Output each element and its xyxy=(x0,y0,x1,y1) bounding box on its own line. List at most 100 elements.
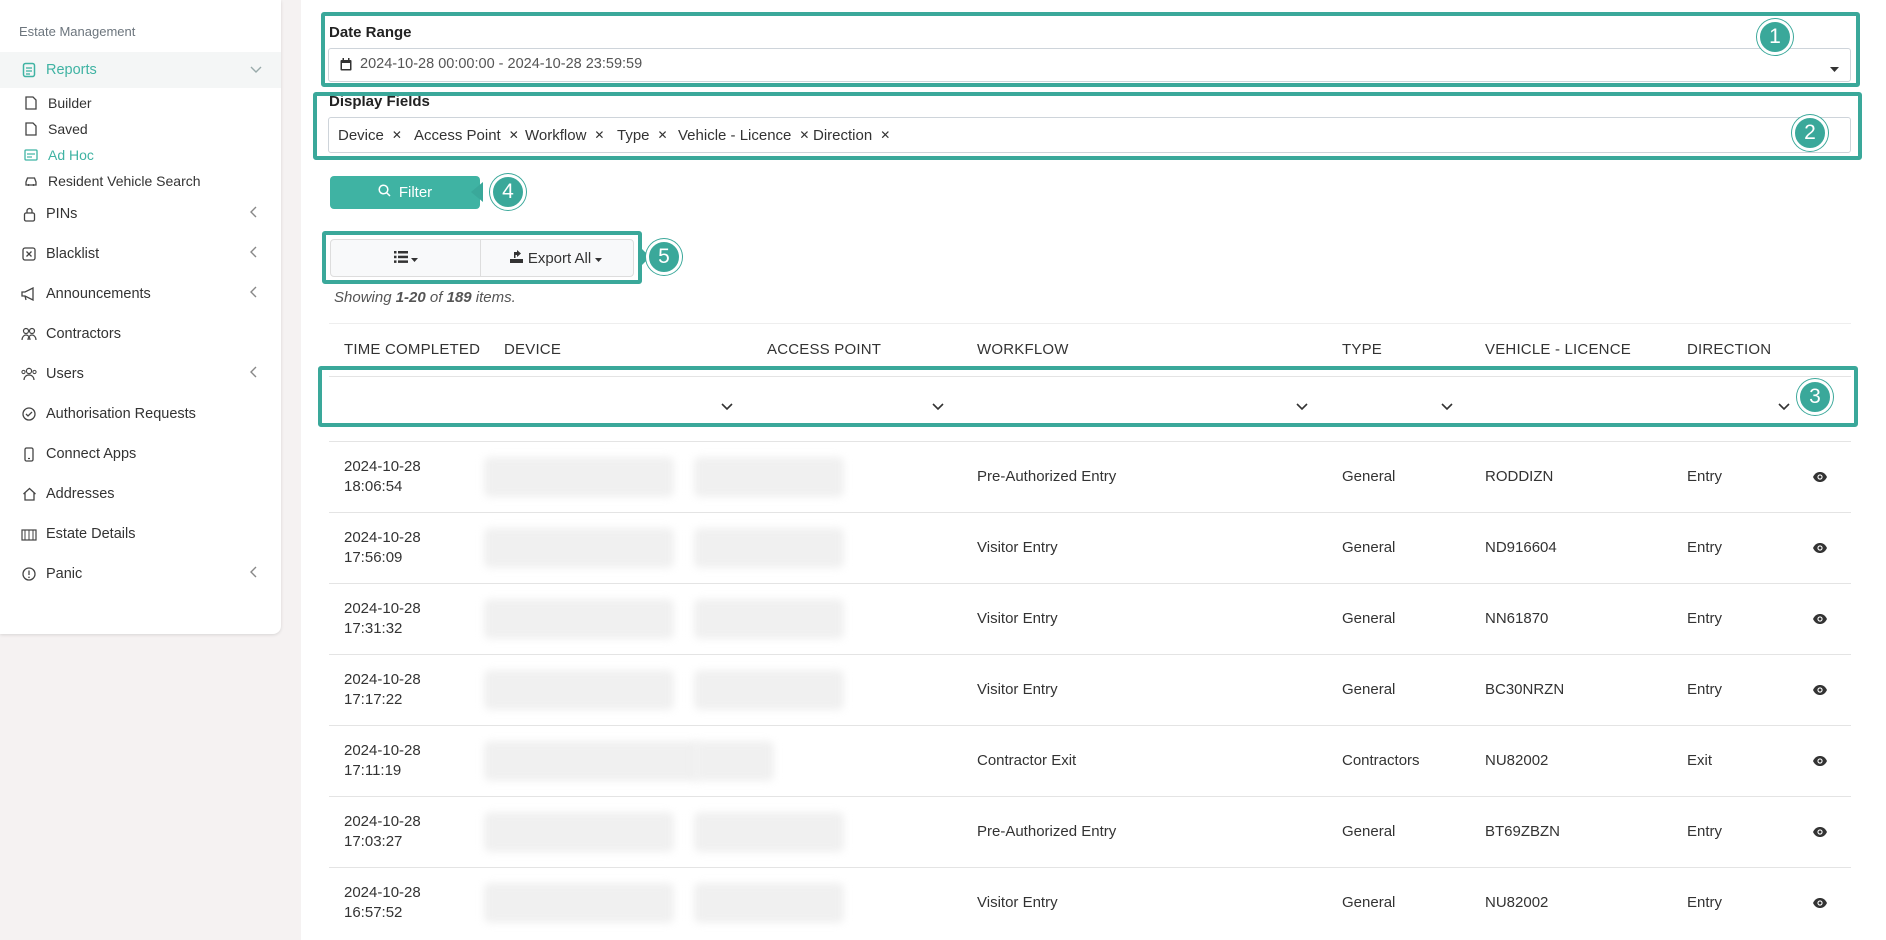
sidebar-item-label: Authorisation Requests xyxy=(46,406,196,422)
sidebar-item-label: Contractors xyxy=(46,326,121,342)
sidebar-subitem-label: Saved xyxy=(48,121,88,137)
column-header-time-completed[interactable]: TIME COMPLETED xyxy=(344,341,480,358)
column-header-vehicle-licence[interactable]: VEHICLE - LICENCE xyxy=(1485,341,1631,358)
pagination-summary: Showing 1-20 of 189 items. xyxy=(334,289,516,306)
sidebar-item-users[interactable]: Users xyxy=(0,356,281,392)
eye-icon[interactable] xyxy=(1812,754,1828,771)
time-cell: 17:11:19 xyxy=(344,762,402,779)
redacted-access-point xyxy=(694,528,844,568)
sidebar-subitem-ad-hoc[interactable]: Ad Hoc xyxy=(0,143,281,167)
licence-cell: NN61870 xyxy=(1485,610,1549,627)
sidebar-item-label: Connect Apps xyxy=(46,446,137,462)
eye-icon[interactable] xyxy=(1812,541,1828,558)
column-header-type[interactable]: TYPE xyxy=(1342,341,1382,358)
type-cell: General xyxy=(1342,539,1396,556)
sidebar-subitem-label: Resident Vehicle Search xyxy=(48,173,201,189)
sidebar-subitem-saved[interactable]: Saved xyxy=(0,117,281,141)
table-row[interactable]: 2024-10-28 18:06:54 Pre-Authorized Entry … xyxy=(329,441,1851,513)
sidebar-item-addresses[interactable]: Addresses xyxy=(0,476,281,512)
sidebar-item-label: Estate Details xyxy=(46,526,136,542)
sidebar-item-label: PINs xyxy=(46,206,78,222)
chevron-left-icon xyxy=(250,245,258,263)
eye-icon[interactable] xyxy=(1812,612,1828,629)
workflow-cell: Contractor Exit xyxy=(977,752,1077,769)
sidebar-item-authorisation-requests[interactable]: Authorisation Requests xyxy=(0,396,281,432)
time-cell: 17:03:27 xyxy=(344,833,403,850)
car-icon xyxy=(24,174,38,188)
chevron-left-icon xyxy=(250,565,258,583)
redacted-access-point xyxy=(694,883,844,923)
sidebar-item-announcements[interactable]: Announcements xyxy=(0,276,281,312)
callout-box-5 xyxy=(322,231,642,284)
sidebar-item-contractors[interactable]: Contractors xyxy=(0,316,281,352)
column-header-device[interactable]: DEVICE xyxy=(504,341,561,358)
callout-badge-1: 1 xyxy=(1757,19,1793,55)
column-header-direction[interactable]: DIRECTION xyxy=(1687,341,1771,358)
eye-icon[interactable] xyxy=(1812,470,1828,487)
redacted-device xyxy=(484,457,674,497)
date-cell: 2024-10-28 xyxy=(344,458,421,475)
summary-mid: of xyxy=(425,289,447,306)
sidebar-subitem-builder[interactable]: Builder xyxy=(0,91,281,115)
table-row[interactable]: 2024-10-28 17:31:32 Visitor Entry General… xyxy=(329,583,1851,655)
type-cell: General xyxy=(1342,894,1396,911)
workflow-cell: Visitor Entry xyxy=(977,610,1058,627)
sidebar-subitem-resident-vehicle-search[interactable]: Resident Vehicle Search xyxy=(0,169,281,193)
sidebar-item-panic[interactable]: Panic xyxy=(0,556,281,592)
direction-cell: Entry xyxy=(1687,894,1723,911)
eye-icon[interactable] xyxy=(1812,683,1828,700)
callout-badge-4: 4 xyxy=(490,174,526,210)
eye-icon[interactable] xyxy=(1812,825,1828,842)
date-cell: 2024-10-28 xyxy=(344,529,421,546)
table-row[interactable]: 2024-10-28 17:11:19 Contractor Exit Contr… xyxy=(329,725,1851,797)
search-icon xyxy=(378,184,391,201)
date-cell: 2024-10-28 xyxy=(344,671,421,688)
filter-button[interactable]: Filter xyxy=(330,176,480,209)
redacted-access-point xyxy=(694,812,844,852)
sidebar-item-label: Panic xyxy=(46,566,83,582)
filter-button-label: Filter xyxy=(398,184,433,201)
summary-total: 189 xyxy=(446,289,472,306)
workflow-cell: Visitor Entry xyxy=(977,681,1058,698)
sidebar-item-label: Users xyxy=(46,366,84,382)
redacted-access-point xyxy=(694,599,844,639)
column-header-workflow[interactable]: WORKFLOW xyxy=(977,341,1069,358)
redacted-device xyxy=(484,670,674,710)
file-icon xyxy=(24,96,38,110)
sidebar-item-pins[interactable]: PINs xyxy=(0,196,281,232)
callout-badge-2: 2 xyxy=(1792,115,1828,151)
chevron-down-icon xyxy=(250,61,262,79)
type-cell: Contractors xyxy=(1342,752,1420,769)
report-icon xyxy=(21,62,37,78)
callout-box-2 xyxy=(313,92,1862,160)
column-header-access-point[interactable]: ACCESS POINT xyxy=(767,341,881,358)
type-cell: General xyxy=(1342,681,1396,698)
licence-cell: BC30NRZN xyxy=(1485,681,1565,698)
table-row[interactable]: 2024-10-28 16:57:52 Visitor Entry General… xyxy=(329,867,1851,939)
licence-cell: NU82002 xyxy=(1485,752,1549,769)
summary-prefix: Showing xyxy=(334,289,396,306)
time-cell: 17:56:09 xyxy=(344,549,403,566)
summary-range: 1-20 xyxy=(395,289,426,306)
type-cell: General xyxy=(1342,823,1396,840)
redacted-access-point xyxy=(694,457,844,497)
licence-cell: NU82002 xyxy=(1485,894,1549,911)
time-cell: 16:57:52 xyxy=(344,904,403,921)
direction-cell: Entry xyxy=(1687,468,1723,485)
licence-cell: RODDIZN xyxy=(1485,468,1554,485)
table-row[interactable]: 2024-10-28 17:17:22 Visitor Entry General… xyxy=(329,654,1851,726)
table-row[interactable]: 2024-10-28 17:03:27 Pre-Authorized Entry … xyxy=(329,796,1851,868)
sidebar-item-estate-details[interactable]: Estate Details xyxy=(0,516,281,552)
time-cell: 17:31:32 xyxy=(344,620,403,637)
building-icon xyxy=(21,526,37,542)
sidebar-item-connect-apps[interactable]: Connect Apps xyxy=(0,436,281,472)
sidebar-item-label: Blacklist xyxy=(46,246,100,262)
summary-suffix: items. xyxy=(471,289,516,306)
redacted-device xyxy=(484,883,674,923)
sidebar-item-reports[interactable]: Reports xyxy=(0,52,281,88)
sidebar-item-label: Announcements xyxy=(46,286,151,302)
megaphone-icon xyxy=(21,286,37,302)
eye-icon[interactable] xyxy=(1812,896,1828,913)
sidebar-item-blacklist[interactable]: Blacklist xyxy=(0,236,281,272)
table-row[interactable]: 2024-10-28 17:56:09 Visitor Entry General… xyxy=(329,512,1851,584)
